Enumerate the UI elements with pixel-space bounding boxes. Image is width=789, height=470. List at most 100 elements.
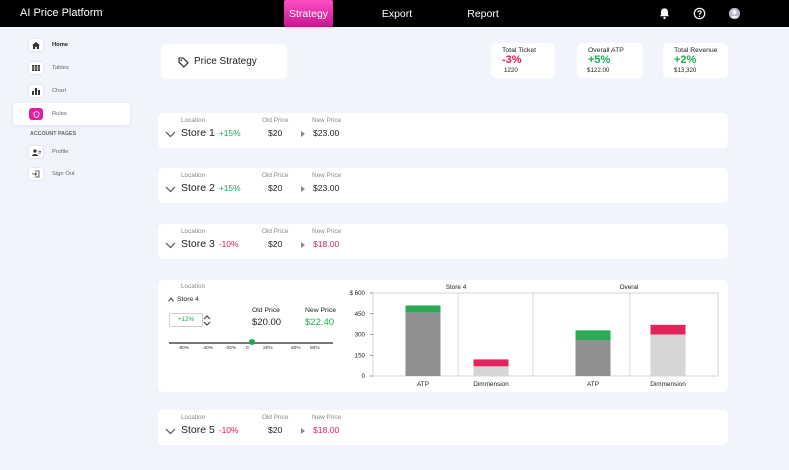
bar-top-segment xyxy=(650,324,686,335)
stat-value: +5% xyxy=(588,54,611,66)
arrow-right-icon xyxy=(301,186,305,192)
rules-icon xyxy=(29,108,43,120)
store-name: Store 1 +15% xyxy=(181,127,241,139)
store-row[interactable]: Location Store 1 +15% Old Price $20 New P… xyxy=(158,113,728,148)
chevron-down-icon[interactable] xyxy=(165,242,176,249)
bar-top-segment xyxy=(405,305,441,313)
y-tick-label: 450 xyxy=(355,311,366,318)
new-price-value: $22.40 xyxy=(305,317,335,328)
old-price-value: $20.00 xyxy=(252,317,282,328)
app-title: AI Price Platform xyxy=(20,7,103,19)
chevron-down-icon[interactable] xyxy=(165,131,176,138)
sidebar-item-label: Rules xyxy=(52,111,67,117)
bell-icon[interactable] xyxy=(658,7,671,20)
slider-tick: -80% xyxy=(178,346,190,351)
new-price-value: $23.00 xyxy=(313,128,340,138)
stat-card-overall-atp: Overall ATP +5% $122.00 xyxy=(577,43,643,78)
sidebar-item-sign-out[interactable]: Sign Out xyxy=(13,163,130,185)
location-label: Location xyxy=(181,228,206,235)
bar-top-segment xyxy=(473,359,509,367)
new-price-value: $18.00 xyxy=(313,239,340,249)
sidebar-item-tables[interactable]: Tables xyxy=(13,57,130,79)
nav-strategy[interactable]: Strategy xyxy=(284,0,333,27)
sidebar-item-chart[interactable]: Chart xyxy=(13,80,130,102)
new-price-label: New Price xyxy=(312,414,342,421)
new-price-value: $23.00 xyxy=(313,183,340,193)
sidebar-item-home[interactable]: Home xyxy=(13,34,130,56)
bar-base-segment xyxy=(405,312,441,376)
bar-chart-icon xyxy=(29,85,43,97)
sign-out-icon xyxy=(29,168,43,180)
stat-sub: $122.00 xyxy=(587,67,610,74)
page-title-card: Price Strategy xyxy=(161,44,287,79)
sidebar-item-label: Home xyxy=(52,42,69,48)
store-name: Store 3 -10% xyxy=(181,238,239,250)
new-price-label: New Price xyxy=(312,117,342,124)
new-price-value: $18.00 xyxy=(313,425,340,435)
store-row[interactable]: Location Store 5 -10% Old Price $20 New P… xyxy=(158,410,728,445)
nav-export[interactable]: Export xyxy=(376,0,418,27)
stat-sub: $13,320 xyxy=(674,67,697,74)
store-percent: +15% xyxy=(218,183,241,193)
stat-label: Total Revenue xyxy=(674,47,718,54)
location-label: Location xyxy=(181,283,206,290)
slider-tick: 80% xyxy=(310,346,320,351)
stepper-arrows-icon[interactable] xyxy=(203,314,211,327)
slider-tick: -40% xyxy=(202,346,214,351)
panel-title: Store 4 xyxy=(446,284,467,291)
slider-tick: -20% xyxy=(225,346,237,351)
sidebar-item-label: Chart xyxy=(52,88,67,94)
sidebar-item-profile[interactable]: Profile xyxy=(13,141,130,163)
home-icon xyxy=(29,39,43,51)
panel-title: Overal xyxy=(620,284,639,291)
x-tick-label: ATP xyxy=(417,381,429,388)
help-icon[interactable] xyxy=(693,7,706,20)
top-bar: AI Price Platform Strategy Export Report xyxy=(0,0,789,27)
arrow-right-icon xyxy=(301,428,305,434)
avatar[interactable] xyxy=(728,7,741,20)
store-row[interactable]: Location Store 2 +15% Old Price $20 New P… xyxy=(158,168,728,203)
y-tick-label: $ 600 xyxy=(350,290,366,297)
store-percent: -10% xyxy=(218,239,239,249)
percent-stepper[interactable]: +12% xyxy=(169,313,203,327)
bar-base-segment xyxy=(473,366,509,376)
account-pages-header: ACCOUNT PAGES xyxy=(30,131,77,137)
store-name: Store 4 xyxy=(177,296,199,303)
profile-icon xyxy=(29,146,43,158)
stat-label: Overall ATP xyxy=(588,47,624,54)
chevron-down-icon[interactable] xyxy=(165,186,176,193)
sidebar-item-label: Profile xyxy=(52,149,69,155)
location-label: Location xyxy=(181,117,206,124)
sidebar-item-label: Sign Out xyxy=(52,171,75,177)
stat-card-total-revenue: Total Revenue +2% $13,320 xyxy=(663,43,728,78)
chevron-up-icon[interactable] xyxy=(168,297,174,302)
stat-label: Total Ticket xyxy=(502,47,536,54)
location-label: Location xyxy=(181,414,206,421)
old-price-value: $20 xyxy=(268,183,283,193)
sidebar-item-label: Tables xyxy=(52,65,69,71)
stat-value: +2% xyxy=(674,54,697,66)
stat-value: -3% xyxy=(502,54,522,66)
sidebar-item-rules[interactable]: Rules xyxy=(13,103,130,125)
old-price-value: $20 xyxy=(268,239,283,249)
old-price-label: Old Price xyxy=(262,117,289,124)
location-label: Location xyxy=(181,172,206,179)
stepper-value: +12% xyxy=(177,316,195,323)
bar-base-segment xyxy=(575,340,611,376)
store-percent: +15% xyxy=(218,128,241,138)
store-row[interactable]: Location Store 3 -10% Old Price $20 New P… xyxy=(158,224,728,259)
price-comparison-chart: $ 600 450 300 150 0 Store 4 Overal ATP Dimmensio… xyxy=(350,284,719,388)
old-price-value: $20 xyxy=(268,128,283,138)
slider-tick: 0 xyxy=(246,346,249,351)
new-price-label: New Price xyxy=(312,172,342,179)
store-percent: -10% xyxy=(218,425,239,435)
old-price-label: Old Price xyxy=(262,228,289,235)
arrow-right-icon xyxy=(301,131,305,137)
y-tick-label: 0 xyxy=(362,373,366,380)
price-slider-thumb[interactable] xyxy=(249,339,255,345)
chevron-down-icon[interactable] xyxy=(165,428,176,435)
nav-report[interactable]: Report xyxy=(461,0,505,27)
old-price-label: Old Price xyxy=(262,172,289,179)
old-price-label: Old Price xyxy=(262,414,289,421)
arrow-right-icon xyxy=(301,242,305,248)
